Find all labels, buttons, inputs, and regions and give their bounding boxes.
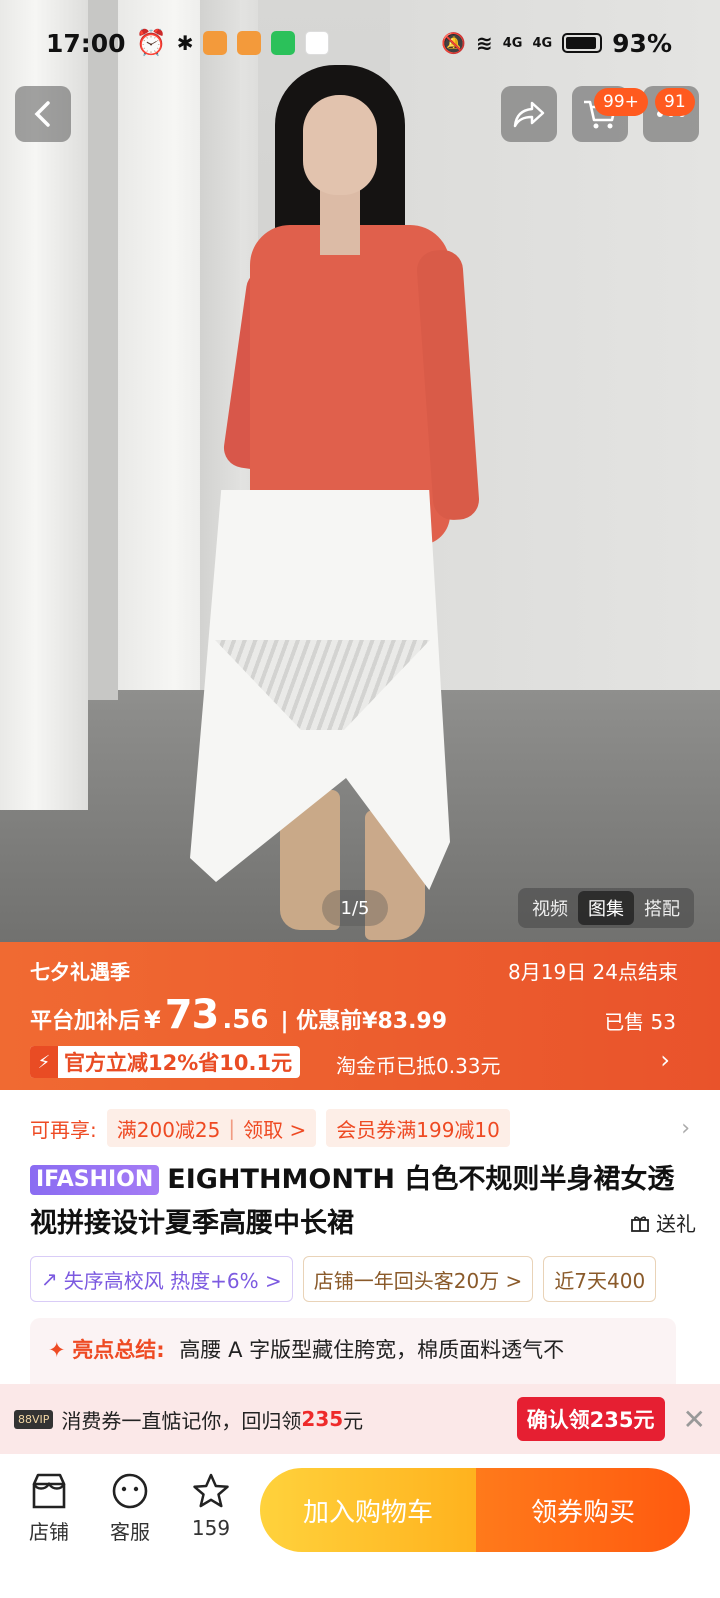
share-icon — [513, 101, 545, 128]
promo-price-banner[interactable]: 七夕礼遇季 8月19日 24点结束 平台加补后 ¥ 73 .56 | 优惠前¥8… — [0, 942, 720, 1090]
shop-button[interactable]: 店铺 — [14, 1472, 84, 1545]
store-icon — [32, 1473, 66, 1509]
trend-icon: ↗ — [41, 1267, 58, 1291]
voucher-text: 消费券一直惦记你，回归领 — [61, 1408, 302, 1433]
coupon-chip-store[interactable]: 满200减25 | 领取 > — [106, 1109, 317, 1147]
product-tags-row: ↗ 失序高校风 热度+6% > 店铺一年回头客20万 > 近7天400 — [30, 1256, 720, 1302]
chevron-right-icon[interactable]: › — [681, 1116, 690, 1141]
coupon-label: 可再享: — [30, 1117, 97, 1142]
recent-sales-tag[interactable]: 近7天400 — [543, 1256, 657, 1302]
battery-level: 93% — [612, 28, 672, 58]
star-icon — [193, 1473, 229, 1508]
tab-outfit[interactable]: 搭配 — [634, 891, 690, 925]
mute-icon: 🔕 — [441, 31, 466, 55]
price-label: 平台加补后 — [30, 1009, 141, 1034]
price-block: 平台加补后 ¥ 73 .56 | 优惠前¥83.99 — [30, 992, 447, 1038]
status-bar: 17:00 ⏰ ✱ 🔕 ≋ 4G 4G 93% — [0, 20, 720, 66]
wifi-icon: ≋ — [475, 31, 493, 55]
coupon-row: 可再享: 满200减25 | 领取 > 会员券满199减10 › — [30, 1108, 690, 1148]
image-counter: 1/5 — [322, 890, 388, 926]
gift-icon — [631, 1215, 649, 1232]
price-integer: 73 — [164, 992, 220, 1038]
voucher-amount: 235 — [301, 1407, 344, 1431]
tab-gallery[interactable]: 图集 — [578, 891, 634, 925]
product-model-photo — [180, 50, 500, 940]
media-tabs: 视频 图集 搭配 — [518, 888, 694, 928]
alarm-icon: ⏰ — [135, 28, 167, 57]
add-to-cart-button[interactable]: 加入购物车 — [260, 1468, 476, 1552]
discount-tag: ⚡ 官方立减12%省10.1元 — [30, 1046, 301, 1078]
claim-voucher-button[interactable]: 确认领235元 — [516, 1397, 665, 1441]
bluetooth-icon: ✱ — [176, 31, 194, 55]
signal-icon: 4G — [532, 35, 553, 51]
coupon-chip-member[interactable]: 会员券满199减10 — [326, 1109, 510, 1147]
repeat-customer-tag[interactable]: 店铺一年回头客20万 > — [302, 1256, 534, 1302]
promo-end-time: 8月19日 24点结束 — [508, 960, 678, 984]
signal-icon: 4G — [502, 35, 523, 51]
vip-badge: 88VIP — [14, 1409, 54, 1429]
voucher-unit: 元 — [343, 1408, 364, 1433]
close-icon[interactable]: ✕ — [683, 1403, 706, 1436]
wechat-icon — [271, 31, 296, 55]
buy-with-coupon-button[interactable]: 领券购买 — [476, 1468, 690, 1552]
cart-badge: 99+ — [594, 88, 648, 116]
currency-symbol: ¥ — [144, 1006, 161, 1034]
share-button[interactable] — [501, 86, 557, 142]
highlight-label: 亮点总结: — [72, 1338, 165, 1362]
brand-tag: IFASHION — [30, 1165, 160, 1195]
claim-button[interactable]: 领取 > — [243, 1114, 306, 1143]
sparkle-icon: ✦ — [48, 1338, 66, 1362]
price-decimal: .56 — [222, 1005, 269, 1035]
product-title: IFASHION EIGHTHMONTH 白色不规则半身裙女透视拼接设计夏季高腰中… — [30, 1164, 675, 1239]
chevron-right-icon[interactable]: › — [660, 1046, 670, 1074]
chat-app-icon — [305, 31, 330, 55]
clock: 17:00 — [46, 28, 126, 58]
more-badge: 91 — [655, 88, 695, 116]
back-button[interactable] — [15, 86, 71, 142]
battery-icon — [562, 33, 603, 53]
original-price: | 优惠前¥83.99 — [280, 1009, 448, 1034]
chevron-left-icon — [34, 101, 50, 127]
voucher-banner: 88VIP 消费券一直惦记你，回归领 235 元 确认领235元 ✕ — [0, 1384, 720, 1454]
trend-tag[interactable]: ↗ 失序高校风 热度+6% > — [30, 1256, 293, 1302]
coin-deduction: 淘金币已抵0.33元 — [336, 1054, 501, 1078]
product-image-gallery[interactable]: 17:00 ⏰ ✱ 🔕 ≋ 4G 4G 93% 99+ 91 1/5 视频 图集… — [0, 0, 720, 960]
app-notification-icon — [237, 31, 262, 55]
sold-count: 已售 53 — [604, 1010, 676, 1034]
favorite-button[interactable]: 159 — [176, 1472, 246, 1540]
service-icon — [112, 1473, 148, 1509]
highlight-text: 高腰 A 字版型藏住胯宽，棉质面料透气不 — [179, 1338, 565, 1362]
gift-button[interactable]: 送礼 — [630, 1208, 696, 1237]
bottom-action-bar: 店铺 客服 159 加入购物车 领券购买 — [0, 1454, 720, 1598]
app-notification-icon — [203, 31, 228, 55]
lightning-icon: ⚡ — [30, 1046, 58, 1078]
promo-event-title: 七夕礼遇季 — [30, 960, 130, 984]
tab-video[interactable]: 视频 — [522, 891, 578, 925]
customer-service-button[interactable]: 客服 — [95, 1472, 165, 1545]
